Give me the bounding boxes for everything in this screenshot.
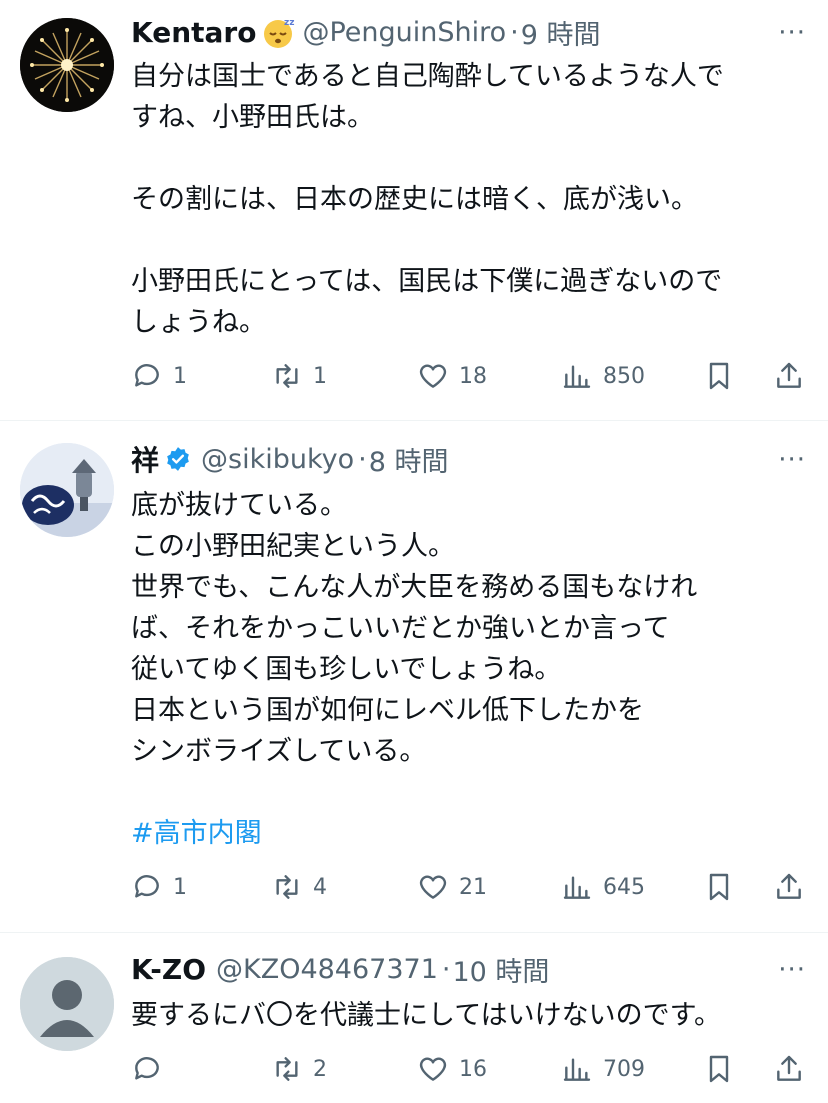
share-icon <box>777 1055 801 1081</box>
views-icon <box>563 876 591 899</box>
user-handle[interactable]: @KZO48467371 <box>216 954 438 985</box>
like-count: 16 <box>459 1056 487 1082</box>
share-button[interactable] <box>773 1049 805 1089</box>
views-button[interactable]: 850 <box>561 356 645 396</box>
sleeping-face-icon: zz <box>264 18 295 48</box>
tweet-header: Kentaro zz @PenguinShiro · 9 時間 <box>131 12 601 52</box>
time-separator: · <box>510 16 519 48</box>
bookmark-button[interactable] <box>703 356 735 396</box>
tweet-header: 祥 @sikibukyo · 8 時間 <box>131 439 449 479</box>
display-name[interactable]: 祥 <box>131 439 159 479</box>
lamp-image <box>20 443 114 537</box>
reply-icon <box>135 875 159 898</box>
tweet-text: 自分は国士であると自己陶酔しているような人で すね、小野田氏は。 その割には、日… <box>131 61 724 338</box>
bookmark-button[interactable] <box>703 867 735 907</box>
retweet-count: 4 <box>313 874 327 900</box>
reply-icon <box>135 364 159 387</box>
reply-button[interactable]: 1 <box>131 867 187 907</box>
like-count: 21 <box>459 874 487 900</box>
bookmark-button[interactable] <box>703 1049 735 1089</box>
tweet-2[interactable]: 祥 @sikibukyo · 8 時間 ··· 底が抜けている。 この小野田紀実… <box>0 421 828 931</box>
bookmark-icon <box>709 873 729 901</box>
share-button[interactable] <box>773 356 805 396</box>
action-bar: 1 1 18 850 <box>131 356 811 396</box>
display-name[interactable]: Kentaro <box>131 16 256 49</box>
tweet-text: 要するにバ〇を代議士にしてはいけないのです。 <box>131 1000 721 1031</box>
heart-icon <box>419 875 447 899</box>
retweet-button[interactable]: 4 <box>271 867 327 907</box>
timestamp[interactable]: 8 時間 <box>369 440 449 479</box>
bookmark-icon <box>709 1055 729 1083</box>
fireworks-image <box>20 18 114 112</box>
like-button[interactable]: 16 <box>417 1049 487 1089</box>
user-handle[interactable]: @sikibukyo <box>201 444 354 475</box>
views-button[interactable]: 709 <box>561 1049 645 1089</box>
action-bar: 2 16 709 <box>131 1049 811 1089</box>
reply-button[interactable] <box>131 1049 173 1089</box>
user-handle[interactable]: @PenguinShiro <box>302 17 506 48</box>
heart-icon <box>419 364 447 388</box>
retweet-count: 1 <box>313 363 327 389</box>
reply-count: 1 <box>173 874 187 900</box>
more-options-icon[interactable]: ··· <box>778 445 806 475</box>
default-profile-icon <box>20 957 114 1051</box>
timestamp[interactable]: 10 時間 <box>452 950 549 989</box>
tweet-text: 底が抜けている。 この小野田紀実という人。 世界でも、こんな人が大臣を務める国も… <box>131 490 698 767</box>
views-count: 645 <box>603 874 645 900</box>
verified-badge-icon <box>167 447 189 471</box>
share-icon <box>777 362 801 388</box>
reply-count: 1 <box>173 363 187 389</box>
svg-text:zz: zz <box>284 18 294 28</box>
like-button[interactable]: 18 <box>417 356 487 396</box>
tweet-header: K-ZO @KZO48467371 · 10 時間 <box>131 949 549 989</box>
reply-icon <box>135 1057 159 1080</box>
action-bar: 1 4 21 645 <box>131 867 811 907</box>
avatar-fireworks[interactable] <box>20 18 114 112</box>
timestamp[interactable]: 9 時間 <box>521 13 601 52</box>
hashtag-link[interactable]: #高市内閣 <box>131 813 262 854</box>
retweet-icon <box>276 1057 298 1081</box>
share-icon <box>777 873 801 899</box>
display-name[interactable]: K-ZO <box>131 953 206 986</box>
retweet-button[interactable]: 1 <box>271 356 327 396</box>
views-count: 850 <box>603 363 645 389</box>
time-separator: · <box>358 443 367 475</box>
more-options-icon[interactable]: ··· <box>778 955 806 985</box>
views-count: 709 <box>603 1056 645 1082</box>
views-button[interactable]: 645 <box>561 867 645 907</box>
views-icon <box>563 365 591 388</box>
retweet-icon <box>276 364 298 388</box>
bookmark-icon <box>709 362 729 390</box>
views-icon <box>563 1058 591 1081</box>
like-count: 18 <box>459 363 487 389</box>
time-separator: · <box>441 953 451 985</box>
tweet-1[interactable]: Kentaro zz @PenguinShiro · 9 時間 ··· 自分は国… <box>0 0 828 420</box>
avatar-lamp[interactable] <box>20 443 114 537</box>
retweet-button[interactable]: 2 <box>271 1049 327 1089</box>
avatar-default[interactable] <box>20 957 114 1051</box>
more-options-icon[interactable]: ··· <box>778 18 806 48</box>
heart-icon <box>419 1057 447 1081</box>
retweet-icon <box>276 875 298 899</box>
share-button[interactable] <box>773 867 805 907</box>
reply-button[interactable]: 1 <box>131 356 187 396</box>
tweet-3[interactable]: K-ZO @KZO48467371 · 10 時間 ··· 要するにバ〇を代議士… <box>0 933 828 1103</box>
retweet-count: 2 <box>313 1056 327 1082</box>
like-button[interactable]: 21 <box>417 867 487 907</box>
